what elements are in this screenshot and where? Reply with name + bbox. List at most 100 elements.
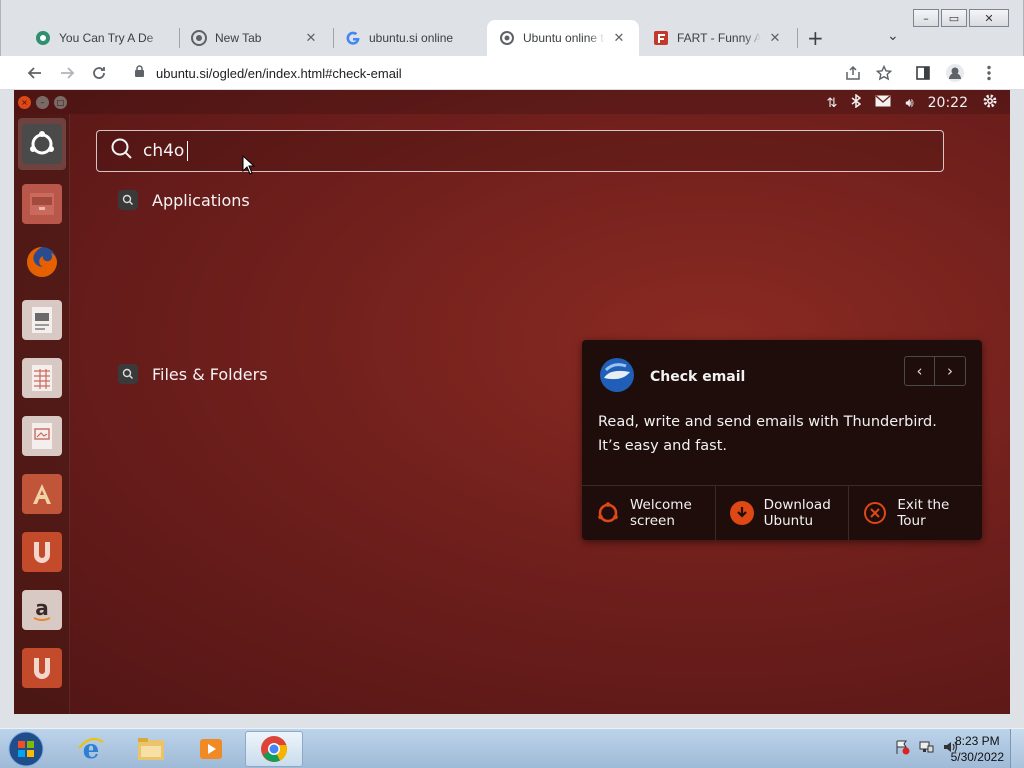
system-tray [894,739,958,759]
forward-arrow-icon [61,67,75,79]
chrome-window: – ▭ ✕ You Can Try A De New Tab ✕ ubuntu.… [0,0,1024,728]
launcher-writer-button[interactable] [18,294,66,346]
url-text: ubuntu.si/ogled/en/index.html#check-emai… [156,65,402,81]
tab-5[interactable]: FART - Funny An ✕ [641,20,795,56]
tab-strip: – ▭ ✕ You Can Try A De New Tab ✕ ubuntu.… [0,0,1024,56]
text-caret [187,141,189,161]
close-tab-icon[interactable]: ✕ [303,30,319,46]
launcher-files-button[interactable] [18,178,66,230]
tab-title: Ubuntu online to [523,31,605,45]
dash-search-field[interactable]: ch4o [96,130,944,172]
category-files-folders[interactable]: Files & Folders [118,364,268,384]
tab-4-active[interactable]: Ubuntu online to ✕ [487,20,639,56]
ubuntu-maximize-button[interactable]: □ [54,96,67,109]
thunderbird-icon [598,356,636,398]
bluetooth-icon[interactable] [851,93,862,112]
launcher-calc-button[interactable] [18,352,66,404]
windows-taskbar: e 8:23 PM 5/30/2022 [0,728,1024,768]
tour-popup: Check email ‹ › Read, write and send ema… [582,340,982,540]
lens-icon [118,190,138,210]
share-button[interactable] [842,62,864,84]
ubuntu-launcher: a [14,114,70,714]
tour-pager: ‹ › [904,356,966,386]
taskbar-chrome-button[interactable] [245,731,303,767]
bookmark-button[interactable] [873,62,895,84]
category-applications[interactable]: Applications [118,190,250,210]
avatar-icon [946,64,964,82]
launcher-firefox-button[interactable] [18,236,66,288]
new-tab-button[interactable]: + [807,26,824,50]
media-player-icon [200,739,222,759]
ubuntu-logo-icon [596,501,620,525]
category-label: Applications [152,190,250,210]
start-button[interactable] [4,730,48,768]
close-tab-icon[interactable]: ✕ [767,30,783,46]
ubuntu-minimize-button[interactable]: – [36,96,49,109]
network-icon[interactable] [918,739,934,759]
minimize-button[interactable]: – [913,9,939,27]
action-center-flag-icon[interactable] [894,739,910,759]
launcher-ubuntu-one-music-button[interactable] [18,642,66,694]
taskbar-explorer-button[interactable] [122,731,180,767]
ubuntu-top-panel: × – □ ⇅ 🔊︎ 20:22 [14,90,1010,114]
launcher-ubuntu-one-button[interactable] [18,526,66,578]
action-label: Exit the Tour [897,497,950,529]
tab-1[interactable]: You Can Try A De [23,20,179,56]
back-button[interactable] [24,62,46,84]
gear-icon[interactable] [982,93,998,113]
tour-next-button[interactable]: › [935,357,965,385]
ubuntu-logo-icon [22,124,62,164]
globe-icon [499,30,515,46]
tab-search-button[interactable]: ⌄ [887,28,899,44]
tab-title: You Can Try A De [59,31,154,45]
internet-explorer-icon: e [78,735,104,764]
side-panel-button[interactable] [912,62,934,84]
launcher-dash-button[interactable] [18,118,66,170]
reload-button[interactable] [88,62,110,84]
side-panel-icon [916,66,930,80]
taskbar-ie-button[interactable]: e [62,731,120,767]
windows-logo-icon [8,731,44,767]
lens-icon [118,364,138,384]
tour-header: Check email [598,356,745,398]
search-query-text: ch4o [143,141,185,161]
presentation-icon [22,416,62,456]
chrome-icon [261,736,288,762]
ubuntu-one-icon [22,532,62,572]
category-label: Files & Folders [152,364,268,384]
tab-2[interactable]: New Tab ✕ [179,20,331,56]
close-window-button[interactable]: ✕ [969,9,1009,27]
mail-icon[interactable] [875,95,891,111]
launcher-amazon-button[interactable]: a [18,584,66,636]
tour-title: Check email [650,369,746,385]
tour-prev-button[interactable]: ‹ [905,357,935,385]
forward-button[interactable] [56,62,78,84]
menu-button[interactable] [978,62,1000,84]
tab-title: ubuntu.si online [369,31,454,45]
launcher-software-center-button[interactable] [18,468,66,520]
ubuntu-close-button[interactable]: × [18,96,31,109]
exit-tour-button[interactable]: Exit the Tour [849,486,982,540]
close-tab-icon[interactable]: ✕ [611,30,627,46]
tab-title: FART - Funny An [677,31,761,45]
tab-3[interactable]: ubuntu.si online [333,20,485,56]
volume-icon[interactable]: 🔊︎ [905,96,913,111]
ubuntu-clock[interactable]: 20:22 [928,95,968,111]
download-ubuntu-button[interactable]: Download Ubuntu [716,486,850,540]
document-icon [22,300,62,340]
chrome-icon [191,30,207,46]
taskbar-clock[interactable]: 8:23 PM 5/30/2022 [951,733,1004,765]
maximize-button[interactable]: ▭ [941,9,967,27]
network-icon[interactable]: ⇅ [827,96,838,111]
tab-separator [797,28,798,48]
taskbar-date: 5/30/2022 [950,750,1004,764]
back-arrow-icon [27,67,41,79]
taskbar-media-player-button[interactable] [182,731,240,767]
address-bar[interactable]: ubuntu.si/ogled/en/index.html#check-emai… [122,59,904,87]
spreadsheet-icon [22,358,62,398]
launcher-impress-button[interactable] [18,410,66,462]
profile-button[interactable] [944,62,966,84]
svg-text:a: a [35,596,49,620]
show-desktop-button[interactable] [1010,729,1024,768]
welcome-screen-button[interactable]: Welcome screen [582,486,716,540]
